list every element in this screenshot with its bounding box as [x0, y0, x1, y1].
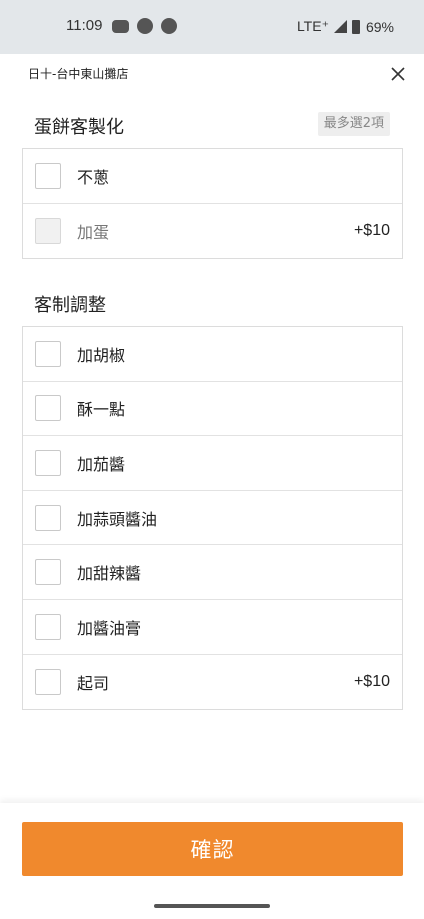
option-price: +$10 — [353, 672, 390, 690]
home-indicator[interactable] — [154, 904, 270, 908]
signal-icon — [333, 20, 347, 33]
option-label: 加胡椒 — [77, 345, 126, 365]
option-label: 起司 — [77, 673, 110, 693]
checkbox[interactable] — [35, 162, 61, 189]
option-list-custom: 加胡椒 酥一點 加茄醬 加蒜頭醬油 加甜辣醬 加醬油膏 起司 +$10 — [22, 326, 403, 711]
status-right: LTE⁺ 69% — [297, 18, 394, 35]
option-label: 酥一點 — [77, 400, 126, 420]
option-row[interactable]: 酥一點 — [23, 382, 402, 437]
footer: 確認 — [0, 803, 424, 919]
section-title-custom: 客制調整 — [34, 295, 106, 316]
close-button[interactable] — [386, 62, 410, 86]
option-row[interactable]: 加茄醬 — [23, 436, 402, 491]
store-name: 日十-台中東山攤店 — [28, 67, 129, 81]
checkbox[interactable] — [35, 668, 61, 695]
option-label: 加蛋 — [77, 222, 110, 242]
checkbox[interactable] — [35, 395, 61, 422]
option-row[interactable]: 加胡椒 — [23, 327, 402, 382]
notification-icons — [112, 18, 177, 34]
option-list-egg: 不蔥 加蛋 +$10 — [22, 148, 403, 260]
status-time: 11:09 — [66, 17, 103, 34]
status-bar: 11:09 LTE⁺ 69% — [0, 0, 424, 54]
option-row[interactable]: 起司 +$10 — [23, 655, 402, 710]
line-app-icon — [137, 18, 153, 34]
battery-icon — [351, 19, 360, 34]
option-label: 加甜辣醬 — [77, 564, 142, 584]
option-row[interactable]: 不蔥 — [23, 149, 402, 204]
line-app-icon — [161, 18, 177, 34]
option-row: 加蛋 +$10 — [23, 204, 402, 259]
limit-badge: 最多選2項 — [317, 112, 390, 136]
option-row[interactable]: 加醬油膏 — [23, 600, 402, 655]
section-title-egg: 蛋餅客製化 — [34, 117, 124, 138]
option-label: 加蒜頭醬油 — [77, 509, 158, 529]
checkbox-disabled — [35, 217, 61, 244]
option-label: 加醬油膏 — [77, 618, 142, 638]
option-price: +$10 — [353, 221, 390, 239]
checkbox[interactable] — [35, 559, 61, 586]
option-label: 不蔥 — [77, 167, 110, 187]
checkbox[interactable] — [35, 504, 61, 531]
battery-percent: 69% — [365, 18, 394, 35]
confirm-button[interactable]: 確認 — [22, 822, 403, 876]
checkbox[interactable] — [35, 340, 61, 367]
option-row[interactable]: 加蒜頭醬油 — [23, 491, 402, 546]
game-controller-icon — [112, 20, 129, 33]
checkbox[interactable] — [35, 613, 61, 640]
checkbox[interactable] — [35, 449, 61, 476]
option-row[interactable]: 加甜辣醬 — [23, 545, 402, 600]
close-icon — [391, 67, 405, 81]
network-type: LTE⁺ — [296, 18, 329, 34]
sheet-header: 日十-台中東山攤店 — [0, 54, 424, 94]
option-label: 加茄醬 — [77, 454, 126, 474]
